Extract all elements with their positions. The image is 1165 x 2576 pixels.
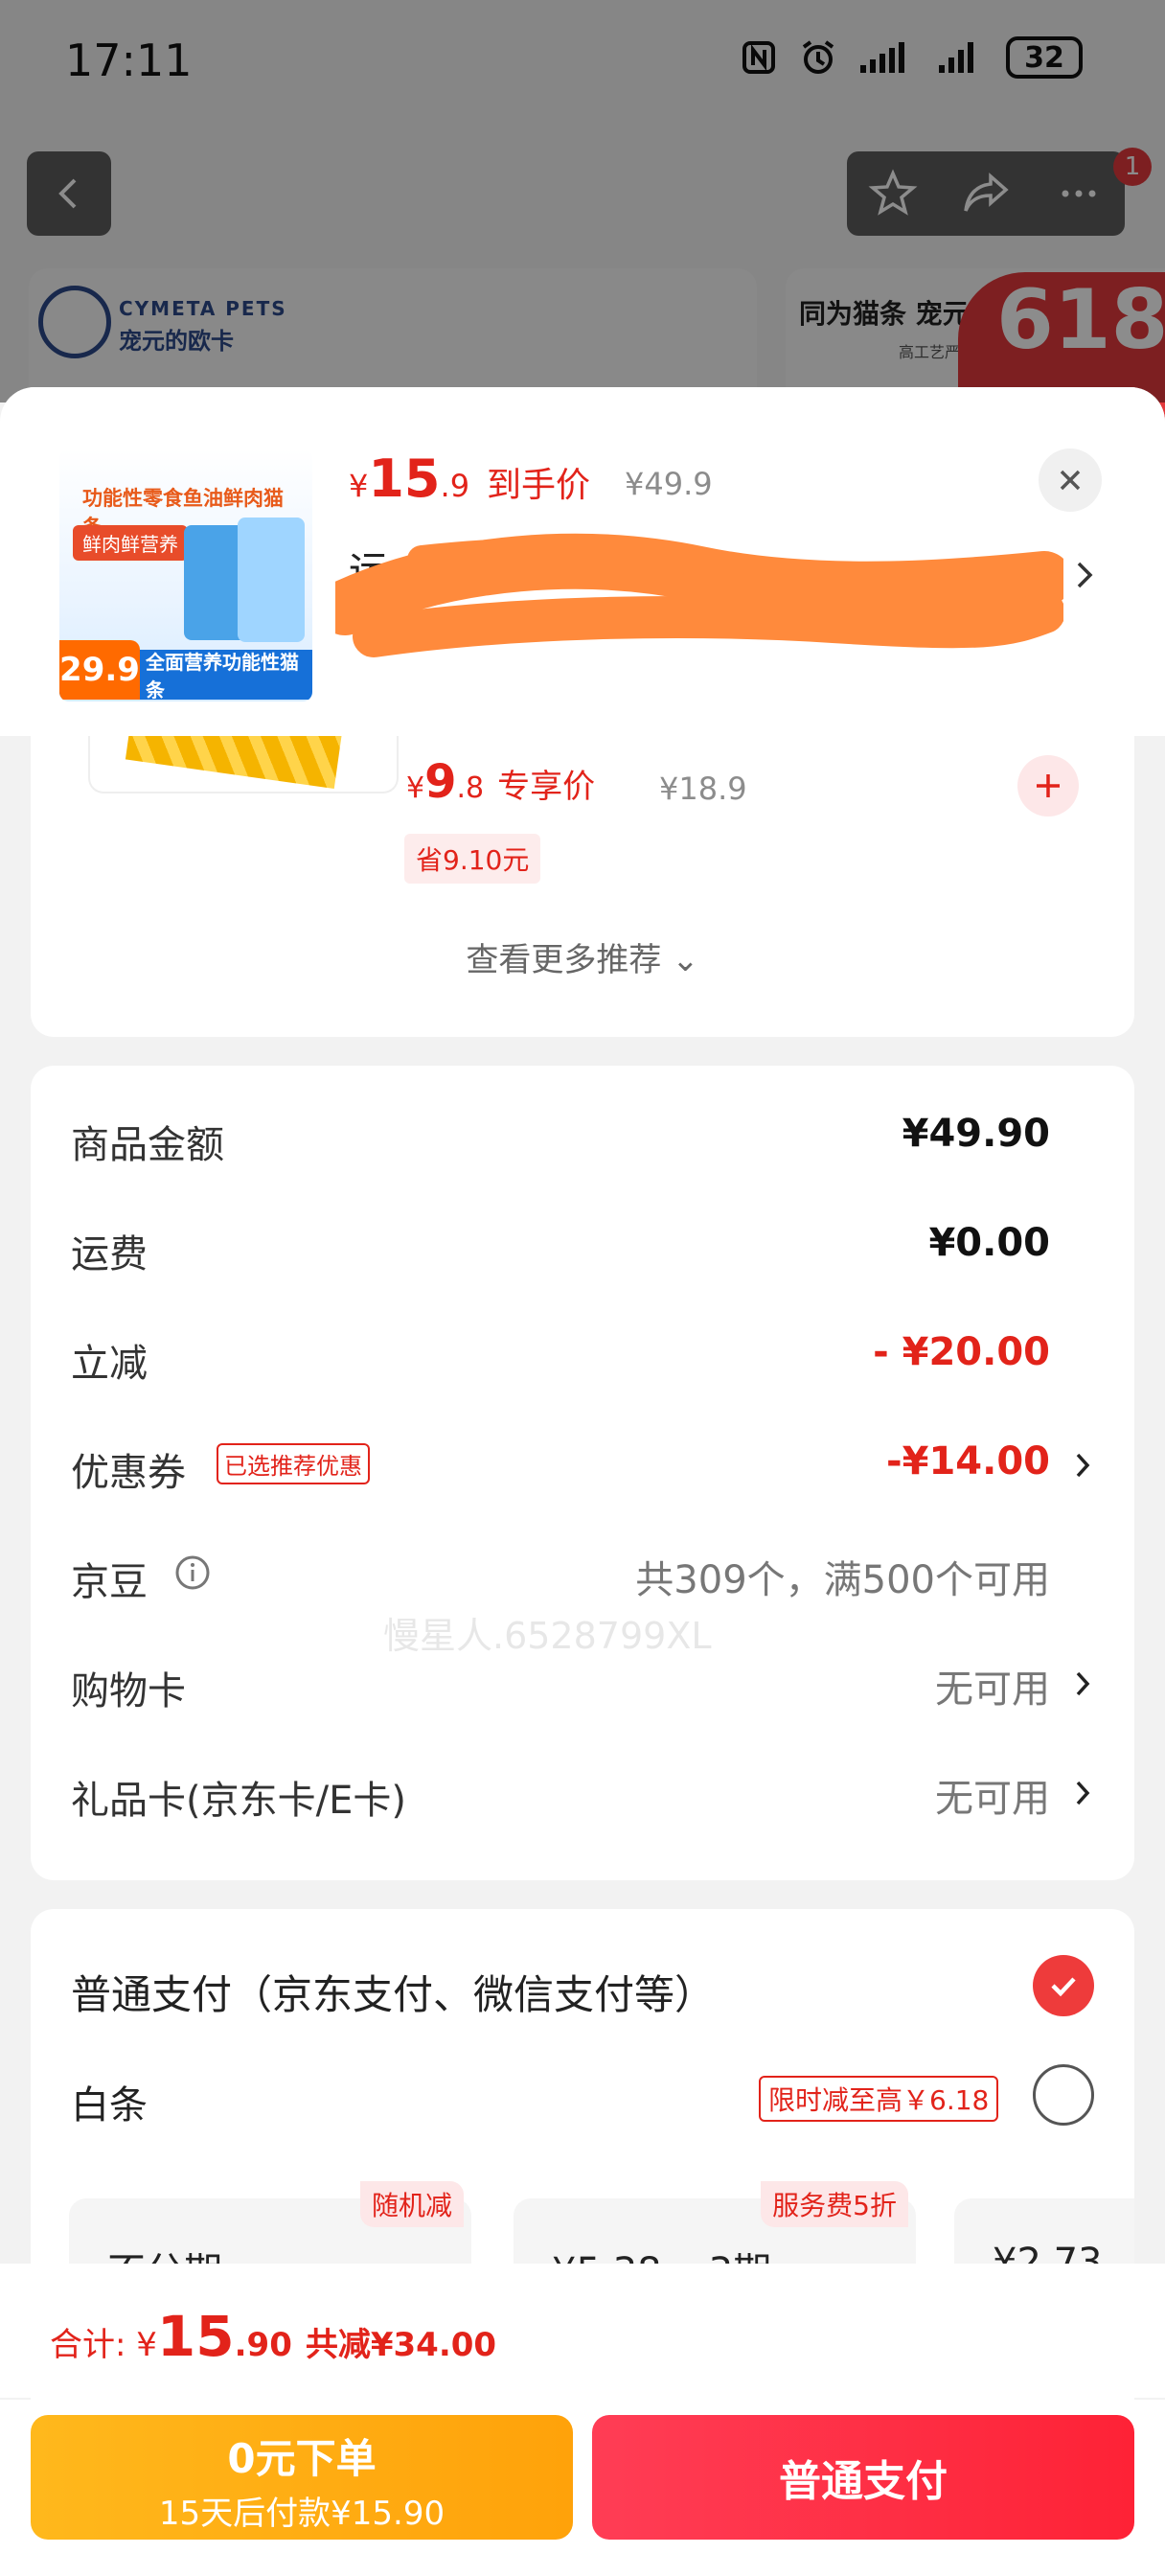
rec-price-decimal: .8: [456, 771, 485, 805]
goods-amount-label: 商品金额: [71, 1123, 224, 1167]
info-icon[interactable]: [174, 1554, 211, 1591]
discount-row: 立减 - ¥20.00: [31, 1313, 1134, 1390]
action-bar: 0元下单 15天后付款¥15.90 普通支付: [0, 2400, 1165, 2576]
total-label: 合计: ¥: [50, 2326, 157, 2364]
coupon-tag: 已选推荐优惠: [217, 1443, 370, 1484]
checkout-sheet: 功能性零食鱼油鲜肉猫条 鲜肉鲜营养 全面营养功能性猫条 29.9 ¥15.9到手…: [0, 387, 1165, 2576]
background-page: 17:11 32 1 CYMETA PETS 宠元的欧卡 同为猫条 宠元 高工艺…: [0, 0, 1165, 422]
shopping-card-label: 购物卡: [71, 1669, 186, 1714]
add-recommend-button[interactable]: [1017, 755, 1079, 816]
watermark: 慢星人.6528799XL: [383, 1615, 712, 1657]
zero-down-sublabel: 15天后付款¥15.90: [158, 2495, 445, 2533]
shipping-row: 运费 ¥0.00: [31, 1204, 1134, 1280]
check-icon: [1051, 1977, 1076, 1997]
recommend-product-image: [125, 736, 343, 790]
gift-card-label: 礼品卡(京东卡/E卡): [71, 1779, 406, 1823]
jd-bean-row: 京豆 共309个，满500个可用: [31, 1531, 1134, 1608]
close-icon: [1060, 470, 1081, 491]
final-price: ¥15.9 到手价: [349, 448, 590, 509]
price-integer: 15: [368, 448, 441, 509]
see-more-recommendations[interactable]: 查看更多推荐 ⌄: [31, 933, 1134, 980]
chevron-right-icon: [1076, 1453, 1090, 1478]
dim-overlay[interactable]: [0, 0, 1165, 402]
rec-price-symbol: ¥: [406, 771, 425, 805]
zero-down-order-button[interactable]: 0元下单 15天后付款¥15.90: [31, 2415, 573, 2540]
recommend-price: ¥9.8 专享价: [406, 755, 595, 809]
fees-card: 商品金额 ¥49.90 运费 ¥0.00 立减 - ¥20.00 优惠券 已选推…: [31, 1066, 1134, 1880]
product-header: 功能性零食鱼油鲜肉猫条 鲜肉鲜营养 全面营养功能性猫条 29.9 ¥15.9 到手…: [0, 387, 1165, 736]
coupon-value: -¥14.00: [886, 1439, 1050, 1484]
gift-card-row[interactable]: 礼品卡(京东卡/E卡) 无可用: [31, 1750, 1134, 1827]
total-saved: 共减¥34.00: [305, 2326, 497, 2364]
total-bar: 合计: ¥15.90 共减¥34.00: [0, 2264, 1165, 2398]
plus-icon: [1037, 774, 1060, 797]
recommendation-card: ¥9.8 专享价 ¥18.9 省9.10元 查看更多推荐 ⌄: [31, 736, 1134, 1037]
goods-amount-row: 商品金额 ¥49.90: [31, 1094, 1134, 1171]
plan-tag: 随机减: [359, 2181, 464, 2227]
jd-bean-value: 共309个，满500个可用: [635, 1558, 1050, 1602]
original-price: ¥49.9: [625, 466, 713, 502]
shipping-label: 运费: [71, 1232, 148, 1276]
total-decimal: .90: [234, 2326, 292, 2364]
savings-badge: 省9.10元: [404, 834, 541, 884]
baitiao-promo-tag: 限时减至高￥6.18: [759, 2076, 999, 2122]
shipping-value: ¥0.00: [928, 1221, 1050, 1265]
plan-tag: 服务费5折: [761, 2181, 908, 2227]
rec-price-integer: 9: [424, 755, 457, 809]
recommend-original-price: ¥18.9: [659, 770, 747, 807]
goods-amount-value: ¥49.90: [902, 1112, 1050, 1156]
total-integer: 15: [156, 2304, 235, 2369]
close-button[interactable]: [1039, 448, 1102, 512]
baitiao-radio[interactable]: [1033, 2064, 1094, 2126]
coupon-label: 优惠券: [71, 1451, 186, 1495]
product-bag-image-2: [238, 518, 305, 642]
price-symbol: ¥: [349, 468, 369, 504]
price-label: 到手价: [487, 466, 591, 505]
chevron-right-icon: [1076, 1671, 1090, 1696]
thumb-price: 29.9: [59, 640, 140, 700]
price-decimal: .9: [440, 468, 470, 504]
product-thumbnail: 功能性零食鱼油鲜肉猫条 鲜肉鲜营养 全面营养功能性猫条 29.9: [59, 448, 312, 702]
redaction-scribble: [335, 533, 1063, 657]
normal-payment-title: 普通支付（京东支付、微信支付等）: [71, 1971, 716, 2018]
zero-down-label: 0元下单: [227, 2435, 377, 2482]
normal-payment-checkbox[interactable]: [1033, 1955, 1094, 2016]
coupon-row[interactable]: 优惠券 已选推荐优惠 -¥14.00: [31, 1422, 1134, 1499]
jd-bean-label: 京豆: [71, 1560, 148, 1604]
order-total: 合计: ¥15.90 共减¥34.00: [50, 2304, 496, 2369]
chevron-right-icon: [1077, 562, 1093, 588]
chevron-right-icon: [1076, 1781, 1090, 1806]
recommend-thumbnail[interactable]: [88, 736, 399, 794]
discount-value: - ¥20.00: [873, 1330, 1050, 1374]
baitiao-title: 白条: [71, 2083, 148, 2128]
normal-pay-button[interactable]: 普通支付: [592, 2415, 1134, 2540]
thumb-tag: 鲜肉鲜营养: [73, 525, 188, 561]
rec-price-label: 专享价: [497, 768, 596, 806]
discount-label: 立减: [71, 1342, 148, 1386]
gift-card-value: 无可用: [935, 1777, 1050, 1821]
shopping-card-value: 无可用: [935, 1668, 1050, 1712]
